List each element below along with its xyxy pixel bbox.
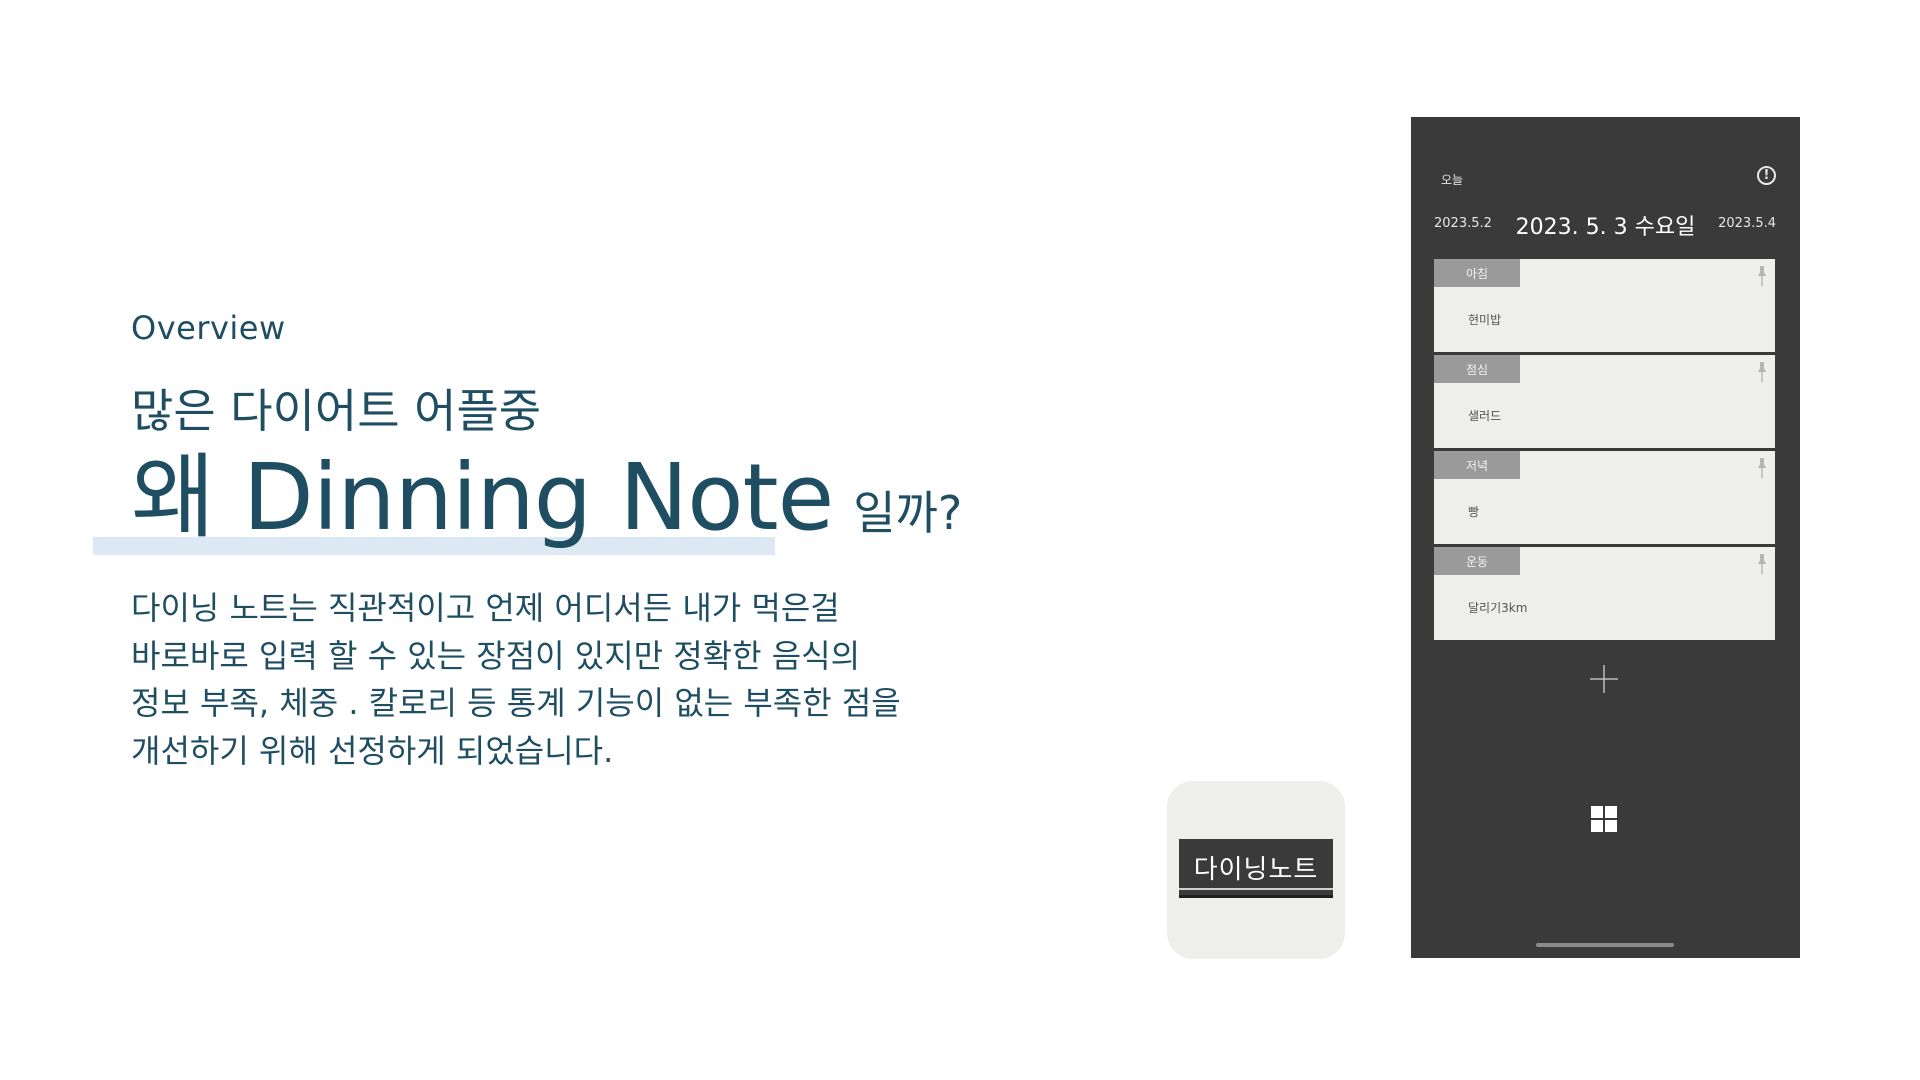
info-icon[interactable]: !	[1757, 166, 1776, 185]
meal-list: 아침 현미밥 점심 샐러드 저녁 빵 운동 달리기3km	[1434, 259, 1775, 643]
headline: 왜 Dinning Note 일까?	[131, 452, 962, 544]
app-icon[interactable]: 다이닝노트	[1167, 781, 1345, 959]
meal-card-dinner[interactable]: 저녁 빵	[1434, 451, 1775, 544]
grid-cell	[1605, 820, 1617, 832]
headline-suffix: 일까?	[853, 486, 963, 540]
meal-tag: 아침	[1434, 259, 1520, 287]
description: 다이닝 노트는 직관적이고 언제 어디서든 내가 먹은걸 바로바로 입력 할 수…	[131, 589, 901, 770]
phone-screen: 오늘 ! 2023.5.2 2023. 5. 3 수요일 2023.5.4 아침…	[1411, 117, 1800, 958]
meal-tag: 저녁	[1434, 451, 1520, 479]
grid-cell	[1591, 820, 1603, 832]
meal-item: 빵	[1468, 505, 1480, 519]
meal-card-breakfast[interactable]: 아침 현미밥	[1434, 259, 1775, 352]
meal-item: 샐러드	[1468, 409, 1502, 423]
meal-card-exercise[interactable]: 운동 달리기3km	[1434, 547, 1775, 640]
grid-icon[interactable]	[1591, 806, 1617, 832]
subtitle: 많은 다이어트 어플중	[131, 384, 542, 438]
grid-cell	[1591, 806, 1603, 818]
pin-icon[interactable]	[1757, 361, 1767, 383]
slide: Overview 많은 다이어트 어플중 왜 Dinning Note 일까? 다…	[0, 0, 1920, 1080]
meal-item: 달리기3km	[1468, 601, 1528, 615]
app-icon-label: 다이닝노트	[1179, 839, 1333, 898]
today-button[interactable]: 오늘	[1441, 171, 1463, 188]
pin-icon[interactable]	[1757, 265, 1767, 287]
meal-tag: 운동	[1434, 547, 1520, 575]
grid-cell	[1605, 806, 1617, 818]
overview-label: Overview	[131, 309, 286, 347]
meal-tag: 점심	[1434, 355, 1520, 383]
meal-item: 현미밥	[1468, 313, 1502, 327]
home-indicator[interactable]	[1536, 943, 1674, 947]
pin-icon[interactable]	[1757, 553, 1767, 575]
headline-main: 왜 Dinning Note	[131, 444, 834, 551]
plus-icon[interactable]	[1589, 664, 1619, 694]
meal-card-lunch[interactable]: 점심 샐러드	[1434, 355, 1775, 448]
next-date-button[interactable]: 2023.5.4	[1718, 216, 1776, 231]
pin-icon[interactable]	[1757, 457, 1767, 479]
